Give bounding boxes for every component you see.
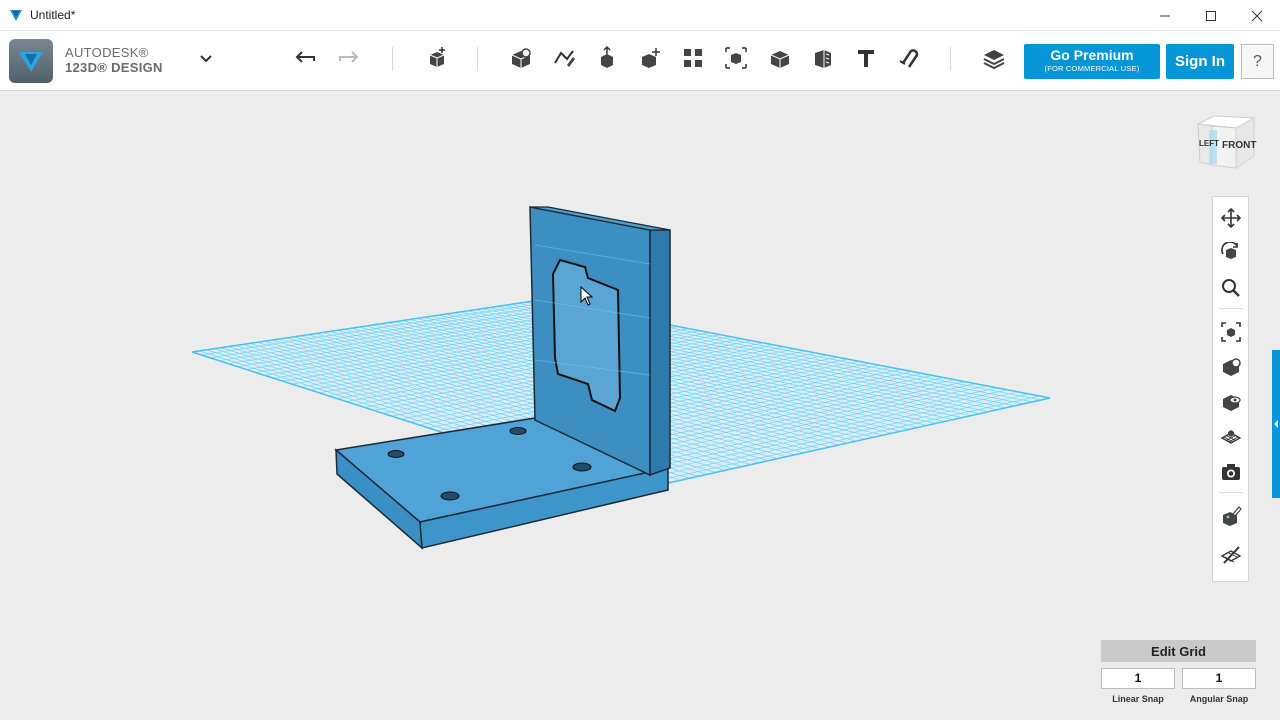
minimize-icon[interactable] xyxy=(1142,0,1188,31)
brand-line2: 123D® DESIGN xyxy=(65,60,163,75)
pattern-icon[interactable] xyxy=(678,43,708,73)
orbit-icon[interactable] xyxy=(1218,240,1244,266)
go-premium-button[interactable]: Go Premium (FOR COMMERCIAL USE) xyxy=(1024,44,1160,79)
materials-icon[interactable] xyxy=(979,43,1009,73)
app-logo-icon xyxy=(9,7,25,23)
redo-icon[interactable] xyxy=(333,43,363,73)
primitives-icon[interactable] xyxy=(506,43,536,73)
app-menu-logo[interactable] xyxy=(9,39,53,83)
linear-snap-input[interactable]: 1 xyxy=(1101,668,1175,689)
undo-icon[interactable] xyxy=(291,43,321,73)
toolbar-divider xyxy=(477,47,478,71)
scene-canvas[interactable] xyxy=(0,92,1280,720)
chevron-down-icon[interactable] xyxy=(191,43,221,73)
navigation-bar xyxy=(1212,196,1249,582)
view-cube[interactable]: LEFT FRONT xyxy=(1192,110,1258,176)
group-icon[interactable] xyxy=(721,43,751,73)
toolbar-divider xyxy=(392,47,393,71)
angular-snap-label: Angular Snap xyxy=(1189,694,1249,704)
sign-in-button[interactable]: Sign In xyxy=(1166,44,1234,79)
close-icon[interactable] xyxy=(1234,0,1280,31)
help-button[interactable]: ? xyxy=(1241,44,1274,79)
edit-grid-panel: Edit Grid 1 1 Linear Snap Angular Snap xyxy=(1101,640,1256,704)
pan-icon[interactable] xyxy=(1218,205,1244,231)
viewcube-left-label[interactable]: LEFT xyxy=(1199,139,1219,148)
main-toolbar: AUTODESK® 123D® DESIGN Go Premium (FOR C… xyxy=(0,31,1280,91)
view-solid-icon[interactable] xyxy=(1218,354,1244,380)
maximize-icon[interactable] xyxy=(1188,0,1234,31)
linear-snap-label: Linear Snap xyxy=(1112,694,1164,704)
fit-icon[interactable] xyxy=(1218,319,1244,345)
window-title: Untitled* xyxy=(30,8,76,22)
material-edit-icon[interactable] xyxy=(1218,503,1244,529)
view-hidden-icon[interactable] xyxy=(1218,389,1244,415)
zoom-icon[interactable] xyxy=(1218,275,1244,301)
transform-icon[interactable] xyxy=(421,43,451,73)
brand-line1: AUTODESK® xyxy=(65,45,149,60)
toolbar-divider xyxy=(950,47,951,71)
measure-icon[interactable] xyxy=(808,43,838,73)
text-icon[interactable] xyxy=(851,43,881,73)
modify-icon[interactable] xyxy=(635,43,665,73)
angular-snap-input[interactable]: 1 xyxy=(1182,668,1256,689)
combine-icon[interactable] xyxy=(765,43,795,73)
title-bar: Untitled* xyxy=(0,0,1280,31)
camera-icon[interactable] xyxy=(1218,459,1244,485)
viewcube-front-label[interactable]: FRONT xyxy=(1222,140,1256,151)
navbar-divider xyxy=(1219,308,1243,309)
premium-label: Go Premium xyxy=(1050,47,1134,63)
premium-sublabel: (FOR COMMERCIAL USE) xyxy=(1044,64,1140,73)
grid-view-icon[interactable] xyxy=(1218,424,1244,450)
edit-grid-button[interactable]: Edit Grid xyxy=(1101,640,1256,662)
sketch-icon[interactable] xyxy=(549,43,579,73)
snap-icon[interactable] xyxy=(893,43,923,73)
3d-viewport[interactable]: LEFT FRONT Edit Grid 1 1 Linear Snap Ang… xyxy=(0,92,1280,720)
brand-name: AUTODESK® 123D® DESIGN xyxy=(65,45,163,75)
side-panel-tab[interactable] xyxy=(1272,350,1280,498)
construct-icon[interactable] xyxy=(592,43,622,73)
visibility-icon[interactable] xyxy=(1218,542,1244,568)
navbar-divider xyxy=(1219,492,1243,493)
